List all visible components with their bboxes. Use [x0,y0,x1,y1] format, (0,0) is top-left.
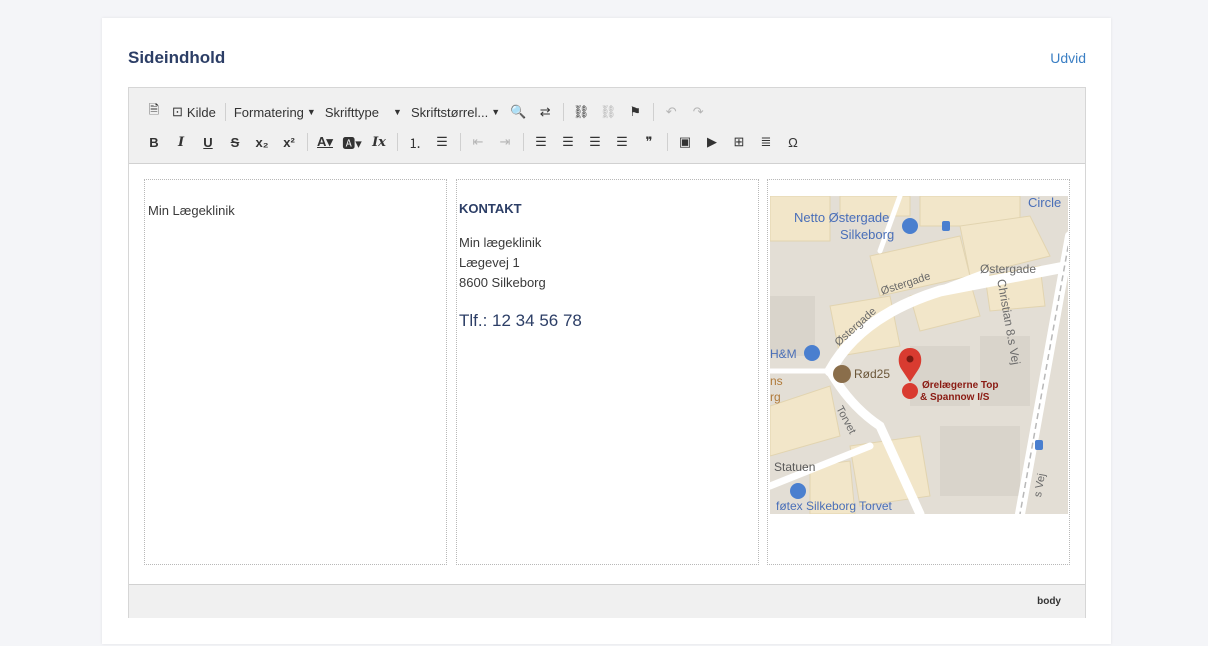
background-color-icon[interactable]: 🅰▾ [341,131,363,153]
map-label: rg [770,390,781,404]
toolbar-separator [523,133,524,151]
align-justify-icon[interactable]: ☰ [611,131,633,153]
font-size-dropdown[interactable]: Skriftstørrel... ▼ [409,101,502,123]
blockquote-icon[interactable]: ❞ [638,131,660,153]
align-center-icon[interactable]: ☰ [557,131,579,153]
card-title: Sideindhold [128,48,226,67]
toolbar-separator [460,133,461,151]
chevron-down-icon: ▼ [393,107,402,117]
editor-statusbar: body [129,584,1085,618]
toolbar-separator [397,133,398,151]
map-label: Circle [1028,196,1062,210]
underline-icon[interactable]: U [197,131,219,153]
numbered-list-icon[interactable]: ⒈ [404,131,426,153]
editor-content[interactable]: Min Lægeklinik KONTAKT Min lægeklinik Læ… [129,164,1085,584]
map-label: Rød25 [854,367,891,381]
bulleted-list-icon[interactable]: ☰ [431,131,453,153]
phone-number: Tlf.: 12 34 56 78 [459,311,582,330]
undo-icon[interactable]: ↶ [660,101,682,123]
italic-icon[interactable]: I [170,131,192,153]
toolbar-separator [653,103,655,121]
bold-icon[interactable]: B [143,131,165,153]
remove-format-icon[interactable]: Ix [368,131,390,153]
contact-heading: KONTAKT [459,201,522,216]
map-label: H&M [770,347,797,361]
replace-icon[interactable]: ⇄ [534,101,556,123]
horizontal-line-icon[interactable]: ≣ [755,131,777,153]
link-icon[interactable]: ⛓ [570,101,592,123]
editor-toolbar: 🗎 ⊡ Kilde Formatering ▼ Skrifttype ▼ Skriftstør… [129,88,1085,164]
map-label: Statuen [774,460,816,474]
address-line: Min lægeklinik [459,235,542,250]
map-label: Ørelægerne Top [922,380,999,391]
map-label: & Spannow I/S [920,392,990,403]
rich-text-editor: 🗎 ⊡ Kilde Formatering ▼ Skrifttype ▼ Skriftstør… [128,87,1086,618]
image-icon[interactable]: ▣ [674,131,696,153]
superscript-icon[interactable]: x² [278,131,300,153]
youtube-icon[interactable]: ▶ [701,131,723,153]
toolbar-separator [563,103,565,121]
content-column-1[interactable]: Min Lægeklinik [144,179,447,565]
chevron-down-icon: ▼ [306,107,316,117]
address-line: Lægevej 1 [459,255,520,270]
embedded-map[interactable]: Netto Østergade Silkeborg Circle Østerga… [770,196,1068,514]
indent-icon[interactable]: ⇥ [494,131,516,153]
map-label: Østergade [980,262,1037,276]
find-icon[interactable]: 🔍 [507,101,529,123]
content-column-3[interactable]: Netto Østergade Silkeborg Circle Østerga… [767,179,1070,565]
map-label: Netto Østergade [794,210,890,225]
content-card: Sideindhold Udvid 🗎 ⊡ Kilde Formatering ▼ Skr… [102,18,1111,644]
format-dropdown[interactable]: Formatering ▼ [232,101,318,123]
content-column-2[interactable]: KONTAKT Min lægeklinik Lægevej 1 8600 Si… [456,179,759,565]
clinic-name-text: Min Lægeklinik [148,203,235,218]
toolbar-row-2: B I U Sx₂ x² A▾ 🅰▾ Ix ⒈ ☰ ⇤ ⇥ ☰ ☰ ☰ ☰ ❞ ▣ ▶ ⊞ ≣ Ω [143,130,809,154]
unlink-icon[interactable]: ⛓ [597,101,619,123]
new-page-icon[interactable]: 🗎 [143,101,165,123]
map-label: ns [770,374,783,388]
toolbar-separator [667,133,668,151]
toolbar-separator [224,103,226,121]
chevron-down-icon: ▼ [491,107,501,117]
outdent-icon[interactable]: ⇤ [467,131,489,153]
special-char-icon[interactable]: Ω [782,131,804,153]
anchor-flag-icon[interactable]: ⚑ [624,101,646,123]
map-label: Silkeborg [840,227,895,242]
table-icon[interactable]: ⊞ [728,131,750,153]
toolbar-separator [307,133,308,151]
redo-icon[interactable]: ↷ [687,101,709,123]
align-right-icon[interactable]: ☰ [584,131,606,153]
text-color-icon[interactable]: A▾ [314,131,336,153]
align-left-icon[interactable]: ☰ [530,131,552,153]
font-dropdown[interactable]: Skrifttype ▼ [323,101,404,123]
map-label: føtex Silkeborg Torvet [776,499,892,513]
subscript-icon[interactable]: x₂ [251,131,273,153]
source-button[interactable]: ⊡ Kilde [170,101,218,123]
strikethrough-icon[interactable]: S [224,131,246,153]
element-path[interactable]: body [1037,596,1061,607]
toolbar-row-1: 🗎 ⊡ Kilde Formatering ▼ Skrifttype ▼ Skriftstør… [143,100,714,124]
expand-link[interactable]: Udvid [1050,50,1086,66]
address-line: 8600 Silkeborg [459,275,546,290]
